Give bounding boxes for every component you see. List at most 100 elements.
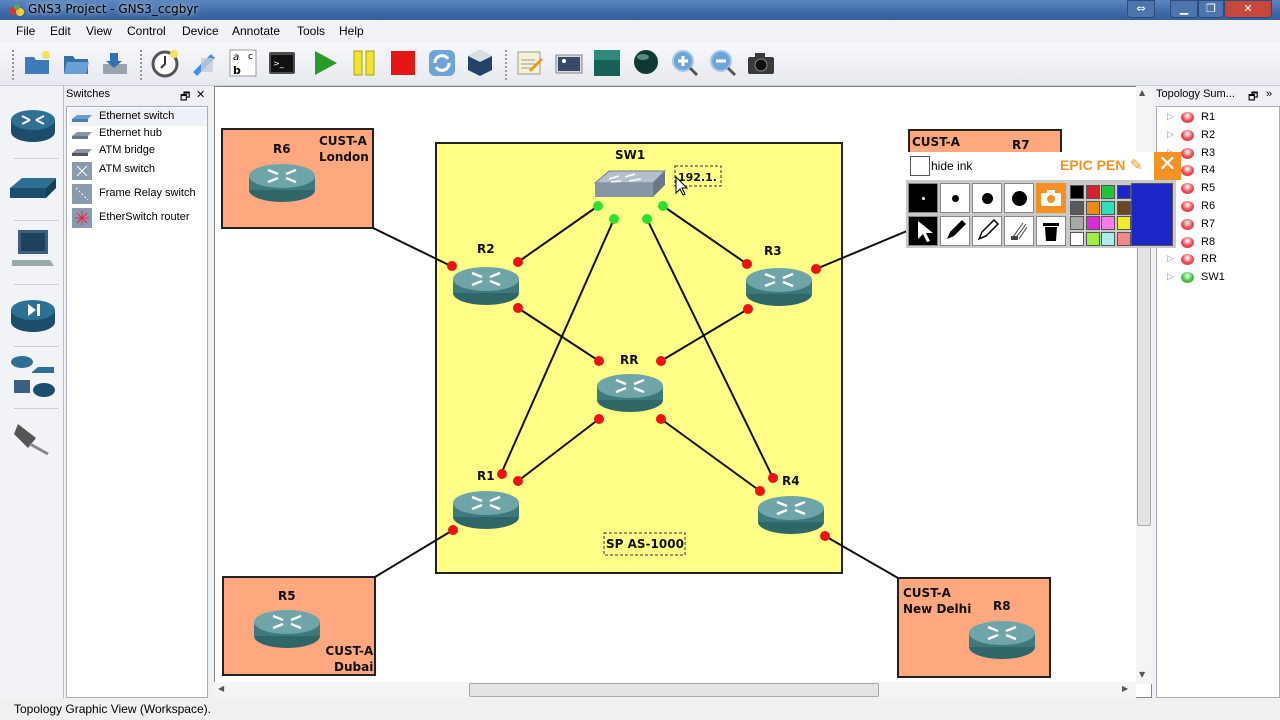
color-swatch[interactable] bbox=[1085, 216, 1100, 230]
color-swatch[interactable] bbox=[1101, 216, 1115, 230]
window-switch-button[interactable]: ⇔ bbox=[1127, 0, 1155, 18]
add-note-icon[interactable] bbox=[515, 48, 545, 78]
node-label-r8[interactable]: R8 bbox=[993, 599, 1011, 613]
color-swatch[interactable] bbox=[1116, 231, 1131, 246]
menu-tools[interactable]: Tools bbox=[297, 24, 325, 38]
eraser-tool-button[interactable] bbox=[1004, 216, 1034, 246]
security-devices-icon[interactable] bbox=[10, 294, 56, 338]
open-project-icon[interactable] bbox=[61, 48, 91, 78]
menu-edit[interactable]: Edit bbox=[50, 24, 71, 38]
cloud-connector-icon[interactable] bbox=[10, 416, 56, 460]
snapshot-icon[interactable] bbox=[150, 48, 180, 78]
menu-help[interactable]: Help bbox=[339, 24, 364, 38]
screenshot-icon[interactable] bbox=[746, 48, 776, 78]
node-label-r7[interactable]: R7 bbox=[1012, 138, 1030, 152]
clear-ink-button[interactable] bbox=[1036, 216, 1066, 246]
toolbar-grip[interactable] bbox=[505, 50, 507, 80]
router-r8[interactable] bbox=[969, 621, 1035, 659]
color-swatch[interactable] bbox=[1101, 231, 1115, 246]
expand-arrow-icon[interactable]: ▷ bbox=[1167, 271, 1174, 282]
cust-london-label[interactable]: CUST-A London bbox=[319, 133, 369, 165]
routers-icon[interactable] bbox=[10, 104, 56, 148]
menu-file[interactable]: File bbox=[16, 24, 35, 38]
vertical-scroll-thumb[interactable] bbox=[1137, 206, 1151, 526]
brush-size-m-button[interactable] bbox=[972, 183, 1002, 213]
reload-icon[interactable] bbox=[427, 48, 457, 78]
router-rr[interactable] bbox=[597, 374, 663, 412]
import-export-icon[interactable] bbox=[189, 48, 219, 78]
switch-sw1[interactable] bbox=[593, 170, 667, 197]
router-r6[interactable] bbox=[249, 164, 315, 202]
epic-pen-close-button[interactable]: ✕ bbox=[1154, 152, 1181, 180]
node-label-r5[interactable]: R5 bbox=[278, 589, 296, 603]
topology-item-sw1[interactable]: ▷ SW1 bbox=[1157, 269, 1277, 287]
list-item-ethernet-hub[interactable]: Ethernet hub bbox=[69, 125, 207, 143]
menu-control[interactable]: Control bbox=[127, 24, 166, 38]
zoom-in-icon[interactable] bbox=[670, 48, 700, 78]
draw-ellipse-icon[interactable] bbox=[631, 48, 661, 78]
toolbar-grip[interactable] bbox=[12, 50, 14, 80]
expand-arrow-icon[interactable]: ▷ bbox=[1167, 253, 1174, 264]
cust-newdelhi-label[interactable]: CUST-A New Delhi bbox=[903, 585, 971, 617]
expand-arrow-icon[interactable]: ▷ bbox=[1167, 129, 1174, 140]
menu-device[interactable]: Device bbox=[182, 24, 219, 38]
switches-icon[interactable] bbox=[10, 166, 56, 210]
horizontal-scroll-thumb[interactable] bbox=[469, 683, 879, 697]
brush-size-xs-button[interactable] bbox=[908, 183, 938, 213]
node-label-r2[interactable]: R2 bbox=[477, 242, 495, 256]
minimize-button[interactable]: ▁ bbox=[1170, 0, 1198, 18]
node-label-r4[interactable]: R4 bbox=[782, 474, 800, 488]
topology-item-r1[interactable]: ▷ R1 bbox=[1157, 109, 1277, 127]
color-swatch[interactable] bbox=[1116, 185, 1131, 199]
zoom-out-icon[interactable] bbox=[708, 48, 738, 78]
menu-view[interactable]: View bbox=[86, 24, 112, 38]
router-r4[interactable] bbox=[758, 496, 824, 534]
note-text-editing[interactable]: 192.1. bbox=[678, 171, 717, 184]
color-swatch[interactable] bbox=[1116, 216, 1131, 230]
start-icon[interactable] bbox=[310, 48, 340, 78]
color-swatch[interactable] bbox=[1085, 200, 1100, 215]
scroll-down-icon[interactable]: ▼ bbox=[1139, 670, 1145, 679]
close-button[interactable]: ✕ bbox=[1224, 0, 1272, 18]
horizontal-scrollbar[interactable]: ◀ ▶ bbox=[214, 682, 1136, 698]
hide-ink-checkbox[interactable] bbox=[910, 156, 930, 176]
router-r3[interactable] bbox=[746, 268, 812, 306]
router-r2[interactable] bbox=[453, 267, 519, 305]
insert-picture-icon[interactable] bbox=[554, 48, 584, 78]
node-label-rr[interactable]: RR bbox=[620, 353, 638, 367]
node-label-r1[interactable]: R1 bbox=[477, 469, 495, 483]
router-r1[interactable] bbox=[453, 491, 519, 529]
cust-dubai-label[interactable]: CUST-A Dubai bbox=[325, 643, 373, 675]
color-swatch[interactable] bbox=[1101, 185, 1115, 199]
list-item-ethernet-switch[interactable]: Ethernet switch bbox=[69, 108, 207, 126]
topology-item-rr[interactable]: ▷ RR bbox=[1157, 251, 1277, 269]
scroll-up-icon[interactable]: ▲ bbox=[1139, 88, 1145, 97]
topology-item-r2[interactable]: ▷ R2 bbox=[1157, 127, 1277, 145]
end-devices-icon[interactable] bbox=[10, 228, 56, 272]
color-swatch[interactable] bbox=[1070, 231, 1084, 246]
color-swatch[interactable] bbox=[1101, 200, 1115, 215]
list-item-atm-bridge[interactable]: ATM bridge bbox=[69, 142, 207, 160]
camera-button[interactable] bbox=[1036, 183, 1066, 213]
expand-arrow-icon[interactable]: ▷ bbox=[1167, 111, 1174, 122]
maximize-button[interactable]: ❐ bbox=[1198, 0, 1224, 18]
draw-rectangle-icon[interactable] bbox=[592, 48, 622, 78]
color-swatch[interactable] bbox=[1085, 231, 1100, 246]
new-project-icon[interactable] bbox=[22, 48, 52, 78]
color-swatch[interactable] bbox=[1070, 216, 1084, 230]
color-swatch[interactable] bbox=[1085, 185, 1100, 199]
node-label-r6[interactable]: R6 bbox=[273, 142, 291, 156]
show-labels-icon[interactable]: abc bbox=[228, 48, 258, 78]
color-swatch[interactable] bbox=[1070, 185, 1084, 199]
scroll-right-icon[interactable]: ▶ bbox=[1122, 684, 1128, 693]
close-panel-icon[interactable]: ✕ bbox=[196, 88, 205, 101]
color-swatch[interactable] bbox=[1070, 200, 1084, 215]
brush-size-s-button[interactable] bbox=[940, 183, 970, 213]
suspend-icon[interactable] bbox=[349, 48, 379, 78]
node-label-sw1[interactable]: SW1 bbox=[615, 148, 645, 162]
float-icon[interactable]: 🗗 bbox=[1248, 88, 1258, 107]
router-r5[interactable] bbox=[254, 610, 320, 648]
list-item-atm-switch[interactable]: ATM switch bbox=[69, 161, 207, 181]
brush-size-l-button[interactable] bbox=[1004, 183, 1034, 213]
node-label-r3[interactable]: R3 bbox=[764, 244, 782, 258]
